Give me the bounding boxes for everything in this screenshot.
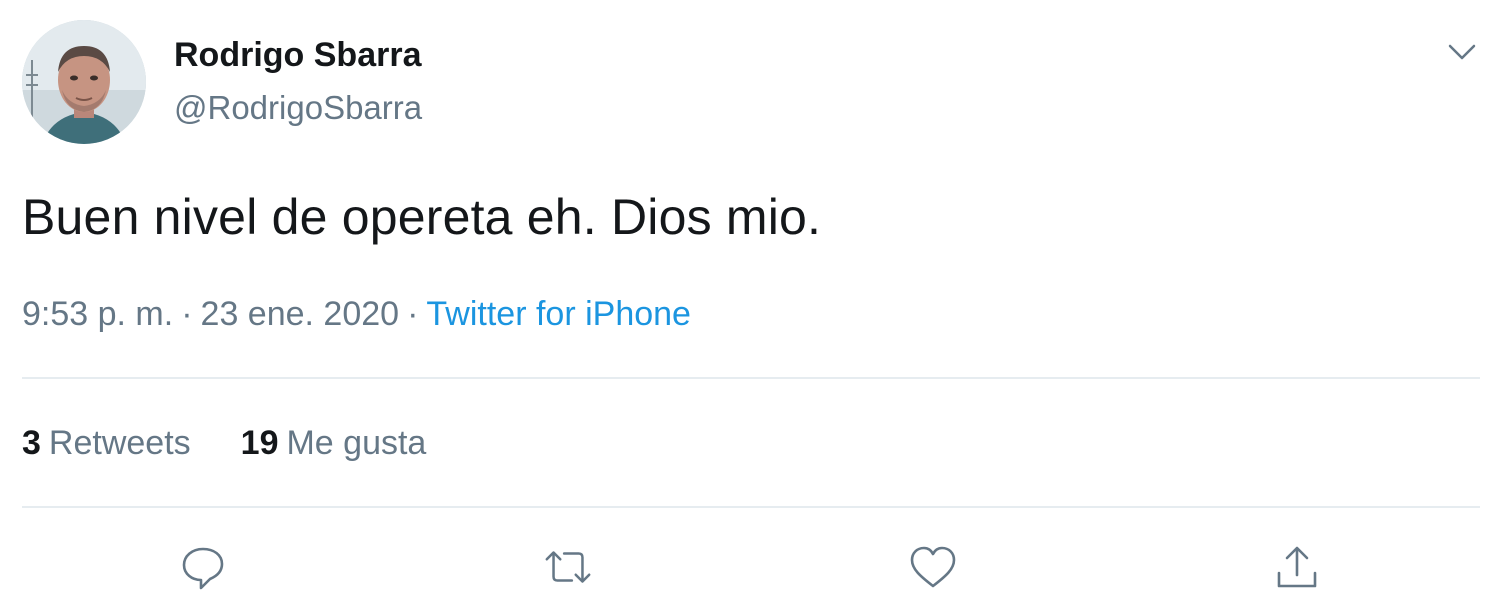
avatar[interactable] (22, 20, 146, 144)
divider (22, 506, 1480, 508)
avatar-image (22, 20, 146, 144)
meta-separator: · (407, 295, 419, 333)
likes-count: 19 (240, 424, 279, 462)
author-handle[interactable]: @RodrigoSbarra (174, 89, 422, 127)
reply-icon[interactable] (176, 540, 230, 594)
tweet-date[interactable]: 23 ene. 2020 (201, 295, 400, 333)
tweet-source-link[interactable]: Twitter for iPhone (426, 295, 691, 333)
meta-separator: · (181, 295, 193, 333)
chevron-down-icon[interactable] (1442, 36, 1482, 66)
tweet-time[interactable]: 9:53 p. m. (22, 295, 173, 333)
tweet-text: Buen nivel de opereta eh. Dios mio. (22, 189, 822, 245)
share-icon[interactable] (1270, 540, 1324, 594)
retweet-icon[interactable] (541, 540, 595, 594)
retweets-stat[interactable]: 3 Retweets (22, 424, 191, 462)
tweet-meta: 9:53 p. m. · 23 ene. 2020 · Twitter for iPho… (22, 295, 691, 334)
retweets-label: Retweets (48, 424, 191, 462)
divider (22, 377, 1480, 379)
tweet-stats: 3 Retweets 19 Me gusta (22, 424, 426, 463)
author-name[interactable]: Rodrigo Sbarra (174, 36, 421, 75)
likes-label: Me gusta (286, 424, 427, 462)
retweets-count: 3 (22, 424, 41, 462)
likes-stat[interactable]: 19 Me gusta (241, 424, 427, 462)
heart-icon[interactable] (906, 540, 960, 594)
